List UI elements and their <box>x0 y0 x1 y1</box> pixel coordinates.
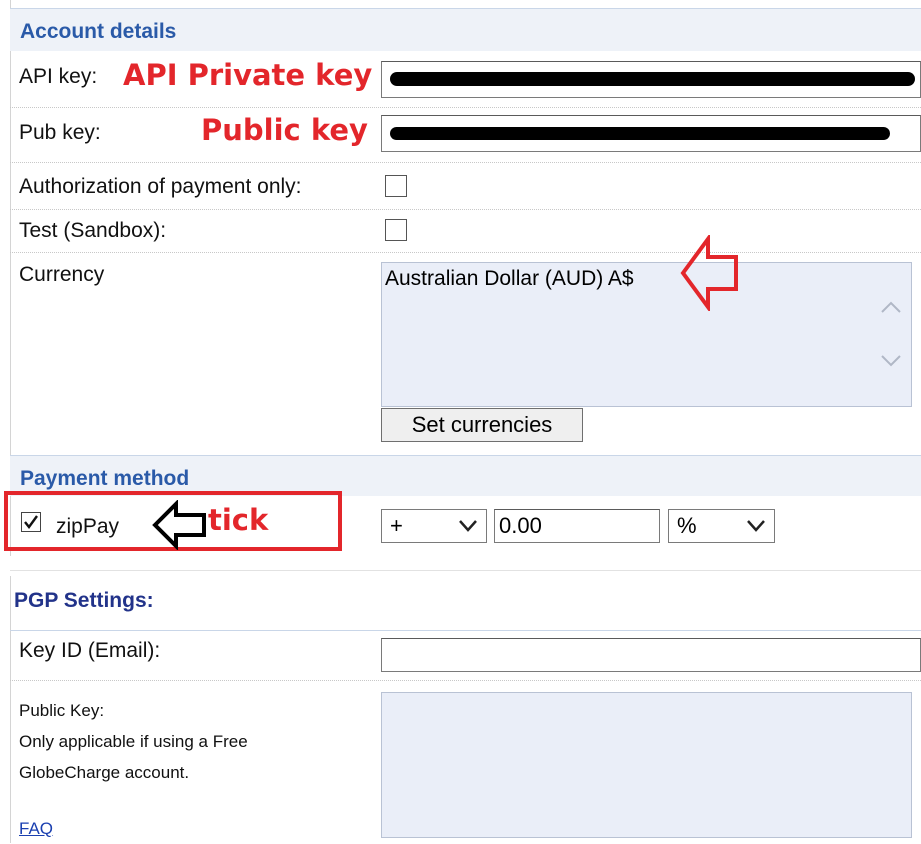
pgp-settings-title: PGP Settings: <box>14 589 154 612</box>
api-key-label: API key: <box>19 65 98 88</box>
set-currencies-button[interactable]: Set currencies <box>381 408 583 442</box>
row-divider <box>10 162 921 163</box>
authorization-label: Authorization of payment only: <box>19 175 302 198</box>
currency-option-selected[interactable]: Australian Dollar (AUD) A$ <box>385 267 634 291</box>
test-sandbox-checkbox[interactable] <box>385 219 407 241</box>
row-divider <box>10 252 921 253</box>
row-divider <box>10 107 921 108</box>
operator-select[interactable]: + <box>381 509 487 543</box>
public-key-textarea[interactable] <box>381 692 912 838</box>
public-key-label: Public Key: <box>19 701 105 720</box>
form-left-border <box>10 0 11 843</box>
section-divider <box>10 570 921 571</box>
tick-annotation: tick <box>208 503 269 537</box>
pub-key-input[interactable] <box>381 115 921 152</box>
zippay-label: zipPay <box>56 515 120 538</box>
pub-key-label: Pub key: <box>19 121 101 144</box>
amount-input-value: 0.00 <box>499 513 542 538</box>
row-divider <box>10 680 921 681</box>
public-key-annotation: Public key <box>201 113 368 147</box>
account-details-title: Account details <box>20 20 177 43</box>
currency-arrow-annotation-icon <box>680 235 738 311</box>
operator-select-value: + <box>390 513 403 538</box>
currency-listbox[interactable]: Australian Dollar (AUD) A$ <box>381 262 912 407</box>
api-private-key-annotation: API Private key <box>123 58 373 92</box>
chevron-down-icon <box>459 520 477 532</box>
chevron-down-icon <box>747 520 765 532</box>
unit-select[interactable]: % <box>668 509 775 543</box>
gap-mask <box>0 571 10 631</box>
row-divider <box>10 209 921 210</box>
test-sandbox-label: Test (Sandbox): <box>19 219 167 242</box>
scroll-up-icon[interactable] <box>880 299 902 315</box>
checkmark-icon <box>24 515 38 529</box>
payment-method-title: Payment method <box>20 467 190 490</box>
pgp-top-border <box>10 630 921 631</box>
api-key-redaction <box>390 72 915 86</box>
key-id-input[interactable] <box>381 638 921 672</box>
tick-arrow-annotation-icon <box>152 500 206 550</box>
faq-link[interactable]: FAQ <box>19 813 53 844</box>
amount-input[interactable]: 0.00 <box>494 509 660 543</box>
zippay-checkbox[interactable] <box>21 512 41 532</box>
scroll-down-icon[interactable] <box>880 353 902 369</box>
key-id-label: Key ID (Email): <box>19 639 161 662</box>
section-gap <box>0 556 921 576</box>
api-key-input[interactable] <box>381 61 921 98</box>
authorization-checkbox[interactable] <box>385 175 407 197</box>
unit-select-value: % <box>677 513 697 538</box>
public-key-note-line1: Only applicable if using a Free <box>19 732 248 751</box>
pub-key-redaction <box>390 127 890 140</box>
currency-label: Currency <box>19 263 105 286</box>
public-key-note-line2: GlobeCharge account. <box>19 763 190 782</box>
